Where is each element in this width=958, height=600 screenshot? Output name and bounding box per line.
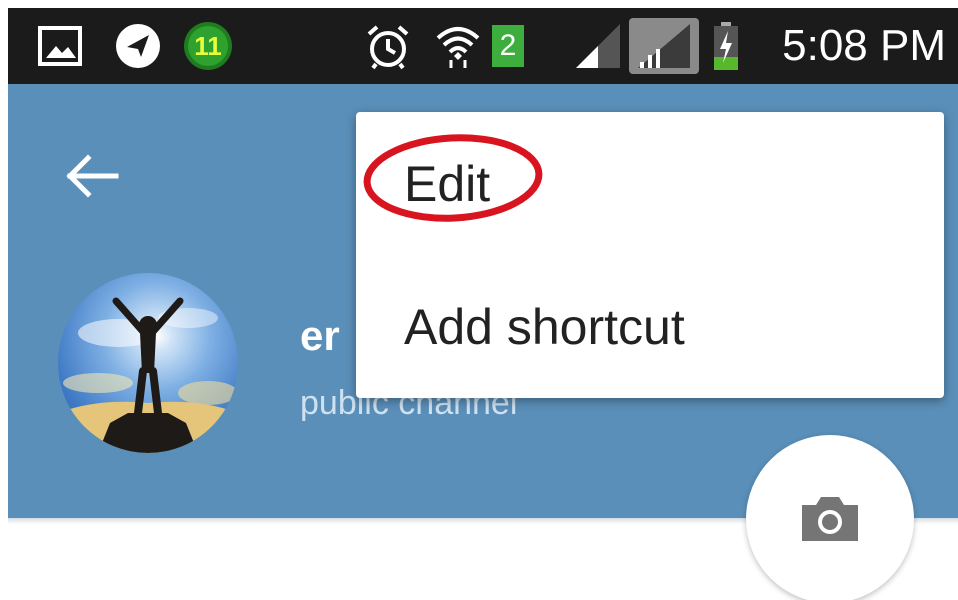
camera-button[interactable] bbox=[746, 435, 914, 600]
screen: 11 2 5:08 PM er public channel Edit Add … bbox=[0, 0, 958, 600]
avatar-image bbox=[58, 297, 238, 453]
signal-icon bbox=[568, 8, 628, 84]
status-bar: 11 2 5:08 PM bbox=[8, 8, 958, 84]
wifi-icon bbox=[428, 8, 488, 84]
sim-2-icon: 2 bbox=[486, 8, 530, 84]
overflow-menu: Edit Add shortcut bbox=[356, 112, 944, 398]
navigation-icon bbox=[108, 8, 168, 84]
channel-name: er bbox=[300, 312, 340, 359]
arrow-left-icon bbox=[66, 154, 119, 198]
avatar[interactable] bbox=[58, 273, 238, 453]
app-badge-icon: 11 bbox=[178, 8, 238, 84]
menu-item-edit-label: Edit bbox=[404, 155, 491, 212]
sim-2-text: 2 bbox=[499, 29, 517, 62]
gallery-icon bbox=[32, 8, 88, 84]
battery-charging-icon bbox=[706, 8, 746, 84]
menu-item-add-shortcut-label: Add shortcut bbox=[404, 298, 685, 355]
app-badge-text: 11 bbox=[194, 30, 222, 61]
menu-item-add-shortcut[interactable]: Add shortcut bbox=[356, 255, 944, 398]
menu-item-edit[interactable]: Edit bbox=[356, 112, 944, 255]
camera-icon bbox=[802, 497, 858, 541]
alarm-icon bbox=[358, 8, 418, 84]
back-button[interactable] bbox=[56, 140, 128, 212]
status-time: 5:08 PM bbox=[782, 21, 946, 70]
signal-icon bbox=[626, 8, 702, 84]
